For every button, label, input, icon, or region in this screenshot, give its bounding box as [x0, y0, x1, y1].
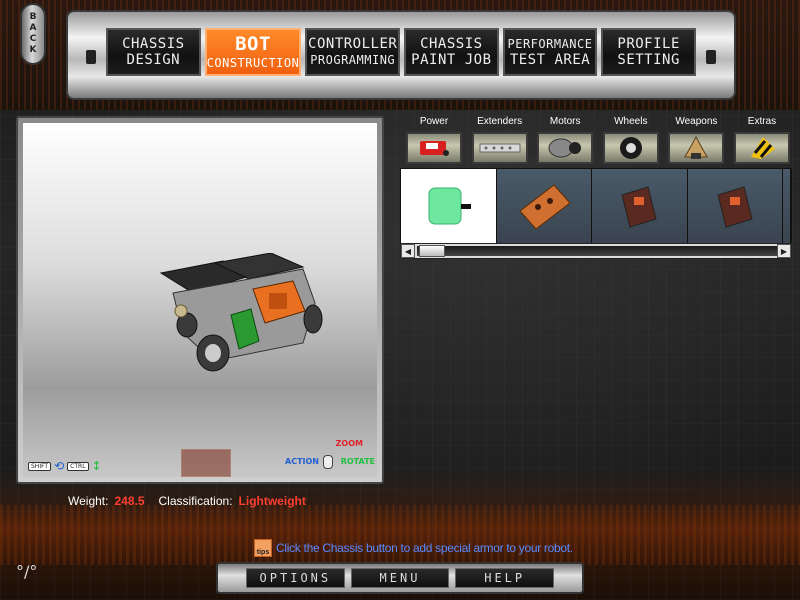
robot-viewport[interactable]: SHIFT ⟲ CTRL ↕ ZOOM ACTION ROTATE — [23, 123, 377, 477]
back-button-label: BACK — [28, 12, 38, 56]
part-categories: Power Extenders Motors Wheels Weapons Ex… — [404, 116, 792, 166]
corner-logo-icon: °/° — [16, 562, 38, 581]
category-label: Weapons — [675, 116, 718, 127]
scroll-right-arrow-icon[interactable]: ▶ — [777, 244, 791, 258]
classification-value: Lightweight — [238, 494, 306, 508]
tab-label-line2: PROGRAMMING — [310, 53, 396, 67]
category-label: Wheels — [614, 116, 648, 127]
circuit-board-icon — [519, 184, 571, 230]
battery-part-icon — [428, 187, 472, 225]
bottom-menu-bar: OPTIONS MENU HELP — [216, 562, 584, 594]
part-item-battery[interactable] — [401, 169, 497, 243]
part-item-circuit-board-3[interactable] — [687, 169, 784, 243]
shift-key: SHIFT — [28, 461, 52, 471]
tab-label-line1: PERFORMANCE — [507, 37, 593, 51]
wheel-icon — [602, 132, 659, 164]
tips-icon: tips — [254, 539, 272, 557]
mouse-controls-hint: ZOOM ACTION ROTATE — [285, 439, 375, 469]
tab-label-line2: PAINT JOB — [411, 52, 492, 68]
menu-button[interactable]: MENU — [350, 568, 450, 588]
camera-controls-hint: SHIFT ⟲ CTRL ↕ — [28, 459, 102, 473]
part-item-partial[interactable] — [783, 169, 792, 243]
weight-label: Weight: — [68, 494, 109, 508]
tab-performance-test-area[interactable]: PERFORMANCE TEST AREA — [502, 28, 598, 76]
scroll-left-arrow-icon[interactable]: ◀ — [401, 244, 415, 258]
parts-list — [400, 168, 792, 244]
tab-label-line1: PROFILE — [617, 36, 680, 52]
category-extenders[interactable]: Extenders — [470, 116, 530, 166]
scroll-thumb[interactable] — [419, 245, 445, 257]
tab-label-line2: TEST AREA — [509, 52, 591, 68]
tab-label-line1: BOT — [235, 33, 271, 55]
tab-chassis-paint-job[interactable]: CHASSIS PAINT JOB — [404, 28, 499, 76]
tab-controller-programming[interactable]: CONTROLLER PROGRAMMING — [305, 28, 401, 76]
part-item-circuit-board-2[interactable] — [592, 169, 688, 243]
battery-icon — [406, 132, 462, 164]
tab-profile-setting[interactable]: PROFILE SETTING — [601, 28, 696, 76]
move-vertical-icon: ↕ — [91, 459, 102, 473]
ctrl-key: CTRL — [67, 461, 89, 471]
tab-label-line1: CHASSIS — [420, 36, 483, 52]
tab-bot-construction[interactable]: BOT CONSTRUCTION — [204, 28, 302, 76]
category-label: Motors — [549, 116, 581, 127]
tip-bar: tips Click the Chassis button to add spe… — [254, 539, 573, 557]
rotate-icon: ⟲ — [54, 459, 65, 473]
tab-label-line2: SETTING — [617, 52, 680, 68]
parts-scrollbar[interactable]: ◀ ▶ — [400, 243, 792, 259]
tab-chassis-design[interactable]: CHASSIS DESIGN — [106, 28, 201, 76]
circuit-board-icon — [717, 186, 753, 228]
category-motors[interactable]: Motors — [535, 116, 595, 166]
options-button[interactable]: OPTIONS — [246, 568, 345, 588]
tab-label-line2: DESIGN — [126, 52, 181, 68]
robot-stats: Weight: 248.5 Classification: Lightweigh… — [68, 494, 314, 508]
weapon-spike-icon — [668, 132, 725, 164]
category-wheels[interactable]: Wheels — [601, 116, 661, 166]
zoom-label: ZOOM — [335, 439, 363, 448]
robot-model[interactable] — [153, 253, 323, 373]
scroll-track[interactable] — [417, 246, 777, 256]
rotate-label: ROTATE — [340, 457, 375, 466]
category-power[interactable]: Power — [404, 116, 464, 166]
classification-label: Classification: — [158, 494, 233, 508]
category-label: Extenders — [477, 116, 523, 127]
tip-text: Click the Chassis button to add special … — [276, 541, 573, 555]
extender-bar-icon — [471, 132, 528, 164]
tips-icon-label: tips — [256, 549, 270, 556]
extras-hazard-icon — [733, 132, 790, 164]
part-preview-thumbnail — [181, 449, 231, 477]
part-item-circuit-board-1[interactable] — [496, 169, 593, 243]
frame-stud-left — [86, 50, 96, 64]
back-button[interactable]: BACK — [20, 3, 46, 65]
main-tabs: CHASSIS DESIGN BOT CONSTRUCTION CONTROLL… — [106, 28, 696, 78]
category-label: Power — [419, 116, 449, 127]
action-label: ACTION — [285, 457, 319, 466]
tab-label-line2: CONSTRUCTION — [206, 56, 300, 70]
category-weapons[interactable]: Weapons — [666, 116, 726, 166]
help-button[interactable]: HELP — [455, 568, 555, 588]
category-label: Extras — [747, 116, 777, 127]
frame-stud-right — [706, 50, 716, 64]
tab-label-line1: CHASSIS — [122, 36, 185, 52]
circuit-board-icon — [621, 186, 657, 228]
tab-label-line1: CONTROLLER — [308, 36, 398, 52]
robot-viewport-frame: SHIFT ⟲ CTRL ↕ ZOOM ACTION ROTATE — [16, 116, 384, 484]
mouse-icon — [323, 455, 333, 469]
category-extras[interactable]: Extras — [732, 116, 792, 166]
motor-icon — [537, 132, 594, 164]
weight-value: 248.5 — [114, 494, 145, 508]
